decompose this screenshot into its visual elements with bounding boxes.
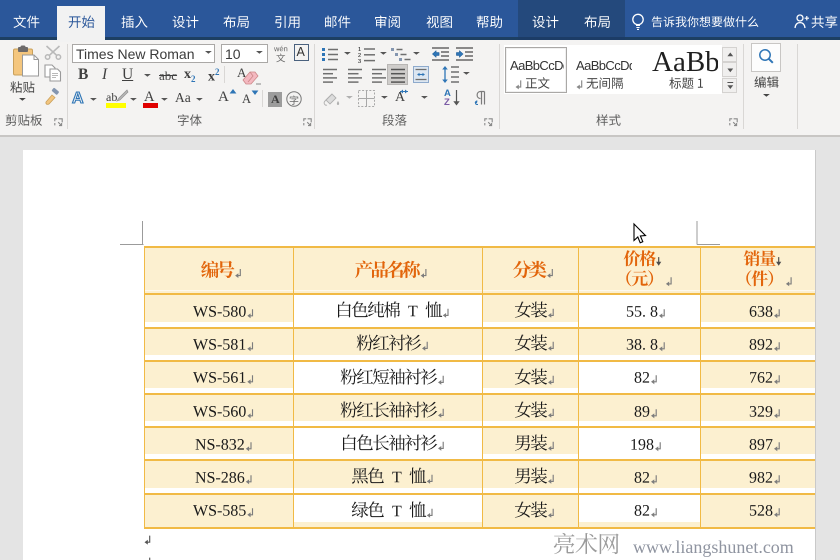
svg-text:3: 3 <box>358 59 361 65</box>
